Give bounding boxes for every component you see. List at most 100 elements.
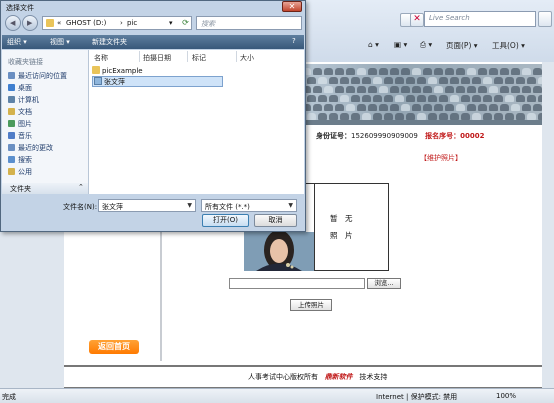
banner-figure [329,113,338,120]
home-icon[interactable]: ⌂ ▾ [368,40,379,49]
column-size[interactable]: 大小 [240,53,254,63]
folder-icon [46,19,54,27]
fav-recent-places[interactable]: 最近访问的位置 [8,71,67,81]
banner-figure [362,113,371,120]
dialog-search-input[interactable]: 搜索 [196,16,302,30]
column-separator[interactable] [187,51,188,62]
filetype-select[interactable]: 所有文件 (*.*) ▼ [201,199,297,212]
fav-desktop[interactable]: 桌面 [8,83,32,93]
stop-icon[interactable]: ✕ [410,13,424,27]
banner-figure [318,95,327,102]
banner-figure [527,95,536,102]
banner-figure [461,113,470,120]
banner-figure [318,113,327,120]
banner-figure [417,77,426,84]
banner-figure [340,95,349,102]
banner-figure [445,86,454,93]
column-tags[interactable]: 标记 [192,53,206,63]
history-dropdown-icon[interactable]: ▾ [169,19,173,27]
fav-computer[interactable]: 计算机 [8,95,39,105]
recent-changes-icon [8,144,15,151]
banner-figure [406,113,415,120]
banner-figure [428,95,437,102]
print-icon[interactable]: ⎙ ▾ [420,40,432,50]
banner-figure [340,113,349,120]
banner-figure [368,104,377,111]
security-zone[interactable]: Internet | 保护模式: 禁用 [376,392,457,402]
banner-figure [306,86,311,93]
chevron-down-icon[interactable]: ▼ [187,202,192,209]
filename-field[interactable]: 张文萍 ▼ [98,199,196,212]
path-folder[interactable]: pic [127,19,137,27]
new-folder-button[interactable]: 新建文件夹 [92,37,127,47]
banner-figure [439,77,448,84]
banner-figure [472,113,481,120]
favorites-header: 收藏夹链接 [8,58,43,66]
back-arrow-icon[interactable]: ◀ [5,15,21,31]
folders-toggle[interactable]: 文件夹 ⌃ [2,183,88,194]
banner-figure [313,104,322,111]
page-menu[interactable]: 页面(P) ▾ [446,40,478,51]
fav-searches[interactable]: 搜索 [8,155,32,165]
banner-figure [505,77,514,84]
filename-value: 张文萍 [102,203,123,211]
banner-figure [412,68,421,75]
fav-pictures[interactable]: 图片 [8,119,32,129]
file-path-input[interactable] [229,278,365,289]
filename-label: 文件名(N): [63,203,98,211]
banner-figure [346,104,355,111]
banner-figure [527,113,536,120]
banner-figure [313,86,322,93]
views-menu[interactable]: 视图 ▾ [50,37,70,47]
banner-figure [511,86,520,93]
column-date[interactable]: 拍摄日期 [143,53,171,63]
maintain-photo-link[interactable]: 【维护照片】 [420,153,462,163]
upload-photo-button[interactable]: 上传照片 [290,299,332,311]
banner-figure [384,113,393,120]
column-separator[interactable] [236,51,237,62]
banner-figure [494,113,503,120]
vendor-logo[interactable]: 鼎新软件 [325,373,353,381]
browse-button[interactable]: 浏览... [367,278,401,289]
banner-figure [423,104,432,111]
banner-figure [346,68,355,75]
organize-menu[interactable]: 组织 ▾ [7,37,27,47]
close-icon[interactable]: ✕ [282,1,302,12]
banner-figure [329,95,338,102]
reg-value: 00002 [460,132,485,140]
column-name[interactable]: 名称 [94,53,108,63]
banner-figure [450,113,459,120]
banner-figure [500,68,509,75]
banner-figure [379,104,388,111]
live-search-input[interactable]: Live Search [424,11,536,27]
candidate-photo [244,232,314,271]
search-icon[interactable] [538,11,552,27]
banner-figure [489,68,498,75]
navigation-pane: 收藏夹链接 最近访问的位置 桌面 计算机 文档 图片 音乐 最近的更改 搜索 公… [2,50,89,194]
file-row-selected[interactable]: 张文萍 [92,76,223,87]
banner-figure [362,77,371,84]
fav-music[interactable]: 音乐 [8,131,32,141]
help-icon[interactable]: ? [292,37,296,45]
open-button[interactable]: 打开(O) [202,214,249,227]
no-photo-line2: 照 片 [330,231,353,240]
fav-public[interactable]: 公用 [8,167,32,177]
desktop-icon [8,84,15,91]
fav-recent-changes[interactable]: 最近的更改 [8,143,53,153]
back-home-button[interactable]: 返回首页 [89,340,139,354]
refresh-icon[interactable]: ⟳ [180,17,191,29]
address-bar[interactable]: « GHOST (D:) › pic ▾ [42,16,192,30]
banner-figure [494,95,503,102]
file-row[interactable]: picExample [92,66,143,75]
zoom-level[interactable]: 100% [496,392,516,400]
banner-figure [478,68,487,75]
cancel-button[interactable]: 取消 [254,214,297,227]
banner-figure [483,77,492,84]
feeds-icon[interactable]: ▣ ▾ [394,40,407,49]
path-drive[interactable]: GHOST (D:) [66,19,106,27]
column-separator[interactable] [139,51,140,62]
chevron-up-icon: ⌃ [78,183,84,191]
fav-documents[interactable]: 文档 [8,107,32,117]
tools-menu[interactable]: 工具(O) ▾ [492,40,525,51]
forward-arrow-icon[interactable]: ▶ [22,15,38,31]
